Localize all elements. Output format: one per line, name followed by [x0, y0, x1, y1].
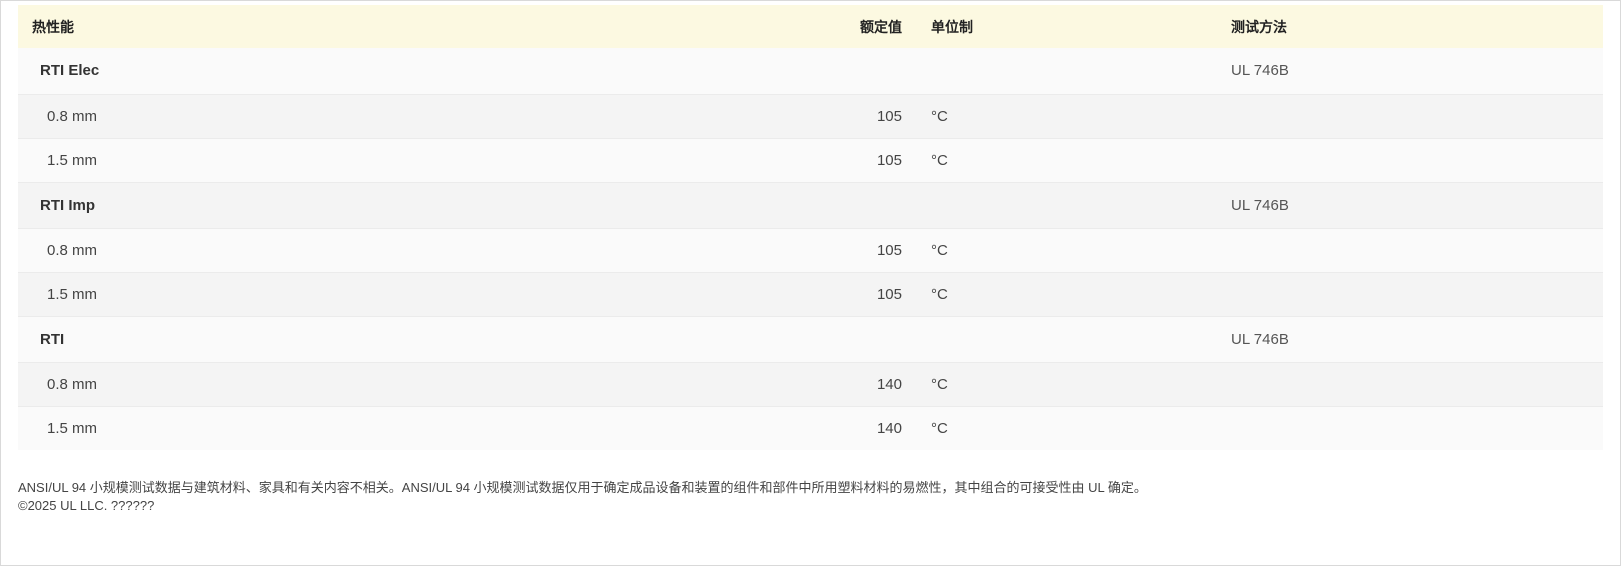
- property-cell: 1.5 mm: [47, 151, 98, 169]
- value-cell: 140: [876, 375, 902, 393]
- table-row: RTI Elec UL 746B: [18, 48, 1603, 94]
- table-row: RTI UL 746B: [18, 316, 1603, 362]
- property-cell: RTI Imp: [40, 196, 95, 214]
- value-cell: 105: [876, 285, 902, 303]
- method-cell: [1231, 138, 1603, 182]
- method-cell: [1231, 272, 1603, 316]
- table-row: 0.8 mm 105 °C: [18, 228, 1603, 272]
- table-row: RTI Imp UL 746B: [18, 182, 1603, 228]
- method-cell: [1231, 406, 1603, 450]
- unit-cell: [926, 316, 1231, 362]
- value-cell: 105: [876, 241, 902, 259]
- thermal-properties-table: 热性能 额定值 单位制 测试方法 RTI Elec UL 746B 0.8 mm…: [18, 5, 1603, 450]
- table-row: 1.5 mm 140 °C: [18, 406, 1603, 450]
- table-row: 0.8 mm 140 °C: [18, 362, 1603, 406]
- disclaimer-text: ANSI/UL 94 小规模测试数据与建筑材料、家具和有关内容不相关。ANSI/…: [18, 480, 1147, 495]
- header-property: 热性能: [32, 18, 74, 35]
- unit-cell: °C: [931, 419, 948, 437]
- method-cell: [1231, 94, 1603, 138]
- header-value: 额定值: [860, 18, 902, 35]
- property-cell: 1.5 mm: [47, 285, 98, 303]
- value-cell: [603, 316, 926, 362]
- property-cell: 1.5 mm: [47, 419, 98, 437]
- table-header-row: 热性能 额定值 单位制 测试方法: [18, 5, 1603, 48]
- unit-cell: °C: [931, 241, 948, 259]
- method-cell: [1231, 362, 1603, 406]
- value-cell: 105: [876, 107, 902, 125]
- unit-cell: [926, 182, 1231, 228]
- value-cell: 140: [876, 419, 902, 437]
- property-cell: 0.8 mm: [47, 375, 98, 393]
- property-cell: 0.8 mm: [47, 241, 98, 259]
- property-cell: RTI: [40, 330, 65, 348]
- value-cell: [603, 48, 926, 94]
- method-cell: UL 746B: [1231, 62, 1289, 80]
- unit-cell: °C: [931, 285, 948, 303]
- method-cell: UL 746B: [1231, 196, 1289, 214]
- property-cell: 0.8 mm: [47, 107, 98, 125]
- value-cell: 105: [876, 151, 902, 169]
- method-cell: [1231, 228, 1603, 272]
- table-row: 1.5 mm 105 °C: [18, 272, 1603, 316]
- copyright-text: ©2025 UL LLC. ??????: [18, 498, 155, 513]
- footnote: ANSI/UL 94 小规模测试数据与建筑材料、家具和有关内容不相关。ANSI/…: [18, 479, 1598, 515]
- table-body: RTI Elec UL 746B 0.8 mm 105 °C 1.5 mm 10…: [18, 48, 1603, 450]
- table-row: 1.5 mm 105 °C: [18, 138, 1603, 182]
- unit-cell: [926, 48, 1231, 94]
- value-cell: [603, 182, 926, 228]
- property-cell: RTI Elec: [40, 62, 100, 80]
- table-row: 0.8 mm 105 °C: [18, 94, 1603, 138]
- method-cell: UL 746B: [1231, 330, 1289, 348]
- unit-cell: °C: [931, 107, 948, 125]
- header-method: 测试方法: [1231, 18, 1287, 35]
- header-unit: 单位制: [931, 18, 973, 35]
- unit-cell: °C: [931, 151, 948, 169]
- unit-cell: °C: [931, 375, 948, 393]
